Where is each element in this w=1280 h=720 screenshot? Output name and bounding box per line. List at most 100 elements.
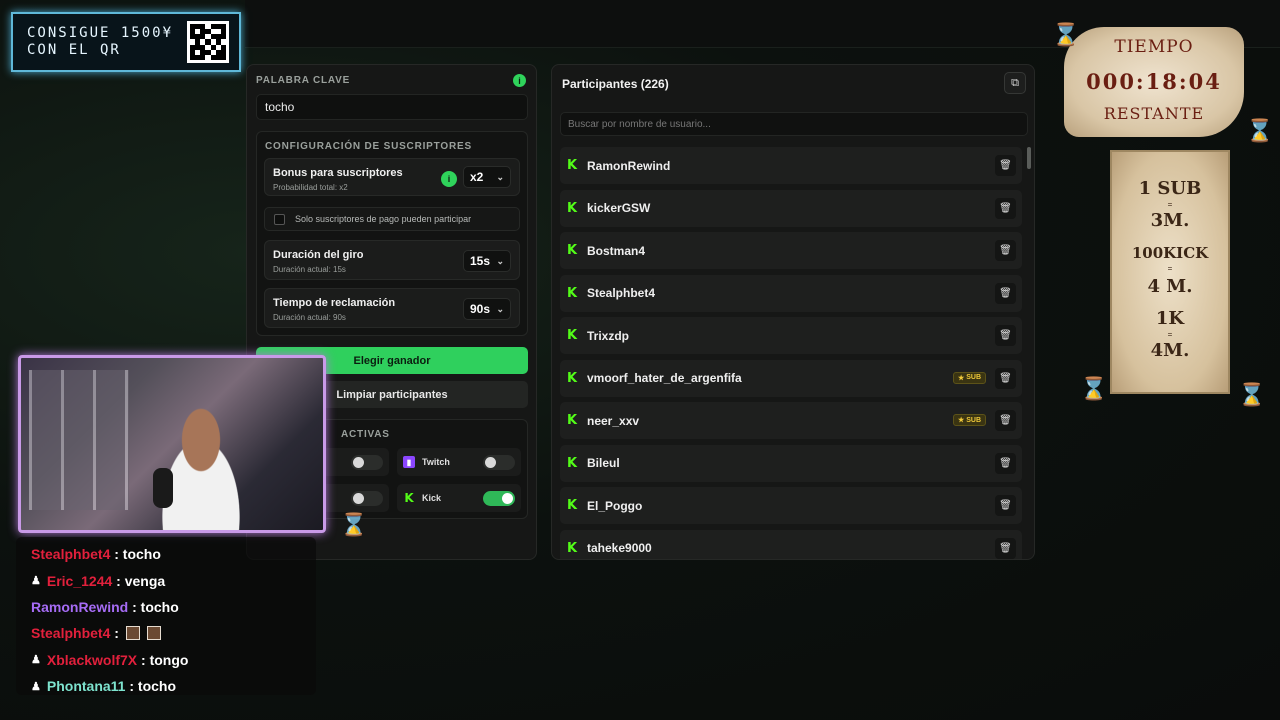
participant-row: KkickerGSW 🗑 bbox=[560, 189, 1022, 227]
trash-icon[interactable]: 🗑 bbox=[995, 197, 1016, 219]
only-paid-checkbox[interactable] bbox=[274, 213, 285, 225]
hourglass-icon: ⌛ bbox=[1080, 376, 1108, 401]
chat-message: ♟ Phontana11 : tocho bbox=[31, 673, 316, 699]
chat-text: : tocho bbox=[132, 598, 179, 615]
hourglass-icon: ⌛ bbox=[1052, 22, 1080, 47]
chat-text: : tongo bbox=[141, 651, 189, 668]
info-icon[interactable]: i bbox=[441, 171, 457, 187]
emote-icon bbox=[146, 626, 161, 641]
trash-icon[interactable]: 🗑 bbox=[995, 155, 1016, 176]
star-icon: ★ bbox=[957, 417, 965, 424]
claim-time-label: Tiempo de reclamación bbox=[273, 297, 396, 309]
microphone-icon bbox=[153, 468, 173, 508]
kick-icon: K bbox=[566, 540, 578, 556]
claim-time-row: Tiempo de reclamación Duración actual: 9… bbox=[264, 288, 520, 328]
twitch-icon: ▮ bbox=[403, 456, 415, 468]
chat-message: Stealphbet4 : bbox=[31, 620, 316, 646]
trash-icon[interactable]: 🗑 bbox=[995, 367, 1016, 389]
timer-parchment: TIEMPO 000:18:04 RESTANTE bbox=[1064, 27, 1244, 137]
spin-duration-sub: Duración actual: 15s bbox=[273, 265, 346, 274]
trash-icon[interactable]: 🗑 bbox=[995, 325, 1016, 346]
subscriber-config-section: CONFIGURACIÓN DE SUSCRIPTORES Bonus para… bbox=[256, 131, 528, 336]
keyword-title: PALABRA CLAVE bbox=[256, 75, 351, 86]
chat-username[interactable]: Eric_1244 bbox=[47, 573, 112, 589]
chat-username[interactable]: Phontana11 bbox=[47, 678, 126, 694]
chat-username[interactable]: Stealphbet4 bbox=[31, 546, 110, 562]
sub-badge: ★ SUB bbox=[952, 414, 986, 426]
participant-name: Bostman4 bbox=[587, 243, 646, 258]
keyword-input[interactable]: tocho bbox=[256, 94, 528, 120]
spin-duration-dropdown[interactable]: 15s ⌄ bbox=[463, 250, 511, 272]
kick-toggle[interactable] bbox=[483, 491, 515, 506]
user-badge-icon: ♟ bbox=[31, 654, 41, 667]
participants-panel: Participantes (226) ⧉ Buscar por nombre … bbox=[551, 64, 1035, 560]
info-icon[interactable]: i bbox=[513, 74, 526, 87]
platform-item-twitch: ▮ Twitch bbox=[397, 448, 521, 476]
claim-time-dropdown[interactable]: 90s ⌄ bbox=[463, 298, 511, 320]
trash-icon[interactable]: 🗑 bbox=[995, 282, 1016, 304]
kick-icon: K bbox=[566, 328, 578, 343]
participant-row: K Bileul 🗑 bbox=[560, 444, 1022, 482]
chat-text: : tocho bbox=[114, 546, 161, 563]
hourglass-icon: ⌛ bbox=[340, 512, 368, 537]
chevron-down-icon: ⌄ bbox=[496, 303, 504, 314]
twitch-toggle[interactable] bbox=[483, 455, 515, 470]
chat-text: : tocho bbox=[129, 678, 177, 695]
participant-name: RamonRewind bbox=[587, 158, 671, 173]
chevron-down-icon: ⌄ bbox=[496, 255, 504, 266]
timer-value: 000:18:04 bbox=[1086, 69, 1222, 94]
platforms-title: ACTIVAS bbox=[341, 429, 390, 440]
trash-icon[interactable]: 🗑 bbox=[995, 537, 1016, 559]
kick-icon: K bbox=[566, 285, 578, 301]
participant-name: vmoorf_hater_de_argenfifa bbox=[587, 371, 742, 385]
chat-message: RamonRewind : tocho bbox=[31, 594, 316, 620]
only-paid-label: Solo suscriptores de pago pueden partici… bbox=[295, 214, 472, 224]
participant-row: K Trixzdp 🗑 bbox=[560, 317, 1022, 354]
trash-icon[interactable]: 🗑 bbox=[995, 410, 1016, 431]
qr-promo-text: CONSIGUE 1500¥ CON EL QR bbox=[27, 25, 174, 58]
bonus-dropdown[interactable]: x2 ⌄ bbox=[463, 166, 511, 188]
chat-username[interactable]: Xblackwolf7X bbox=[47, 652, 137, 668]
kick-icon: K bbox=[566, 370, 578, 386]
chat-message: ♟ Eric_1244 : venga bbox=[31, 567, 316, 593]
participant-name: Stealphbet4 bbox=[587, 286, 656, 300]
trash-icon[interactable]: 🗑 bbox=[995, 452, 1016, 474]
participant-name: Bileul bbox=[587, 456, 620, 470]
hourglass-icon: ⌛ bbox=[1246, 118, 1274, 143]
subscriber-bonus-row: Bonus para suscriptores Probabilidad tot… bbox=[264, 158, 520, 196]
chat-overlay: Stealphbet4 : tocho ♟ Eric_1244 : venga Ram… bbox=[16, 537, 316, 695]
participant-search-input[interactable]: Buscar por nombre de usuario... bbox=[560, 112, 1028, 136]
chat-text: : bbox=[114, 625, 119, 642]
participant-row: Kneer_xxv ★ SUB 🗑 bbox=[560, 402, 1022, 439]
user-badge-icon: ♟ bbox=[31, 575, 41, 588]
kick-icon: K bbox=[566, 243, 578, 258]
spin-duration-label: Duración del giro bbox=[273, 249, 364, 261]
chat-username[interactable]: Stealphbet4 bbox=[31, 625, 110, 641]
scrollbar-thumb[interactable] bbox=[1027, 147, 1031, 169]
platform-toggle[interactable] bbox=[351, 491, 383, 506]
sub-badge: ★ SUB bbox=[952, 371, 986, 384]
participant-name: El_Poggo bbox=[587, 498, 643, 513]
participant-row: K El_Poggo 🗑 bbox=[560, 487, 1022, 524]
participant-name: neer_xxv bbox=[587, 413, 640, 428]
participant-row: K Bostman4 🗑 bbox=[560, 232, 1022, 269]
copy-icon[interactable]: ⧉ bbox=[1004, 72, 1026, 94]
kick-icon: K bbox=[404, 491, 414, 505]
platform-toggle[interactable] bbox=[351, 455, 383, 470]
emote-icon bbox=[125, 626, 140, 641]
only-paid-subs-row[interactable]: Solo suscriptores de pago pueden partici… bbox=[264, 207, 520, 231]
trash-icon[interactable]: 🗑 bbox=[995, 495, 1016, 516]
participant-name: kickerGSW bbox=[587, 201, 651, 215]
kick-icon: K bbox=[566, 158, 578, 173]
kick-icon: K bbox=[566, 200, 578, 216]
participant-row: Ktaheke9000 🗑 bbox=[560, 529, 1022, 559]
participant-name: Trixzdp bbox=[587, 328, 630, 343]
qr-code bbox=[187, 21, 229, 63]
spin-duration-row: Duración del giro Duración actual: 15s 1… bbox=[264, 240, 520, 280]
chevron-down-icon: ⌄ bbox=[496, 171, 504, 182]
participant-row: K Stealphbet4 🗑 bbox=[560, 274, 1022, 312]
timer-remaining-label: RESTANTE bbox=[1103, 104, 1205, 123]
participants-title: Participantes (226) bbox=[562, 77, 669, 91]
chat-username[interactable]: RamonRewind bbox=[31, 599, 128, 615]
trash-icon[interactable]: 🗑 bbox=[995, 240, 1016, 261]
